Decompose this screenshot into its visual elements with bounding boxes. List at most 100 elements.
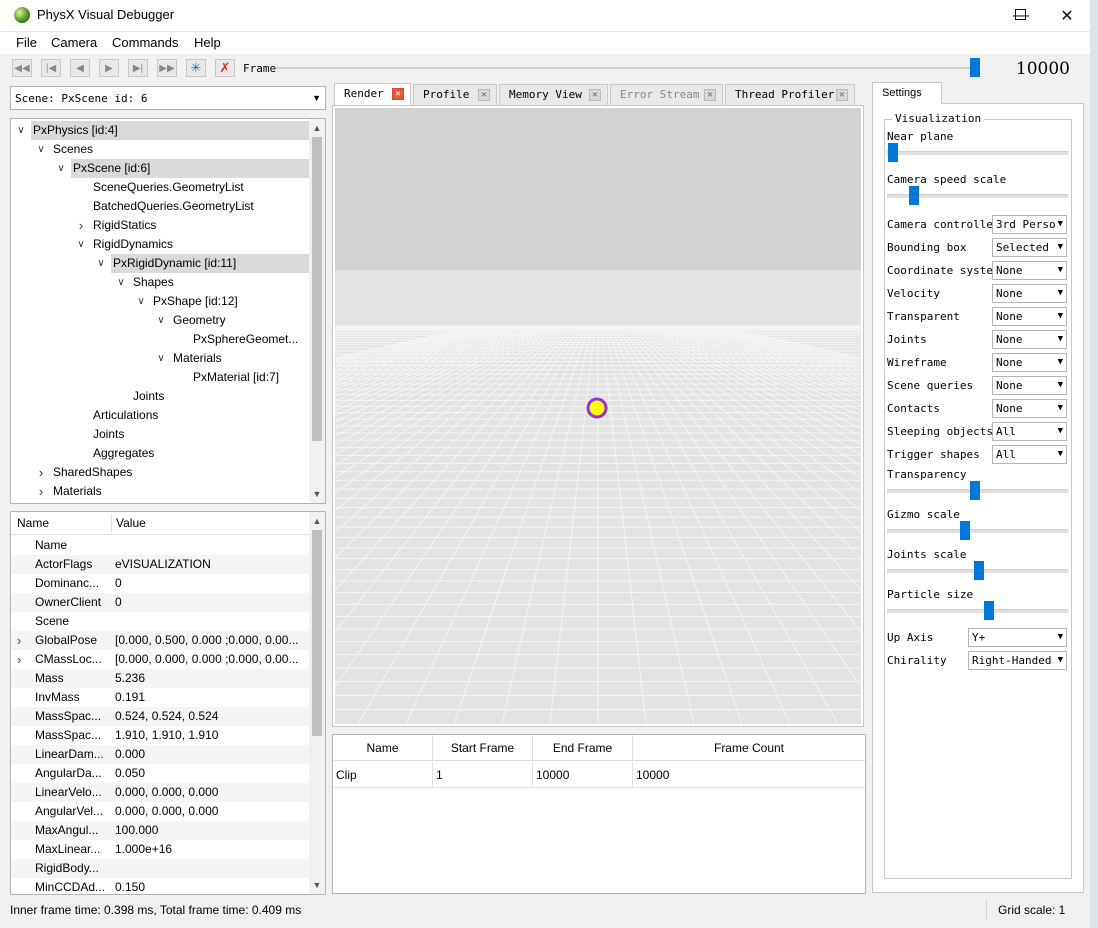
- expanded-chevron-icon[interactable]: ∨: [135, 292, 147, 311]
- clip-header-count[interactable]: Frame Count: [633, 735, 865, 761]
- setting-dropdown[interactable]: All ▼: [992, 422, 1067, 441]
- property-row[interactable]: ActorFlags eVISUALIZATION: [11, 555, 309, 574]
- tree-node[interactable]: ∨ PxRigidDynamic [id:11]: [11, 254, 309, 273]
- scroll-down-icon[interactable]: ▼: [309, 487, 325, 501]
- property-row[interactable]: MassSpac... 0.524, 0.524, 0.524: [11, 707, 309, 726]
- property-row[interactable]: RigidBody...: [11, 859, 309, 878]
- clip-header-end[interactable]: End Frame: [533, 735, 633, 761]
- close-tab-icon[interactable]: ✕: [589, 89, 601, 101]
- setting-slider-thumb[interactable]: [888, 143, 898, 162]
- tree-node[interactable]: PxMaterial [id:7]: [11, 368, 309, 387]
- property-row[interactable]: MinCCDAd... 0.150: [11, 878, 309, 894]
- menu-commands[interactable]: Commands: [112, 35, 178, 50]
- setting-dropdown[interactable]: None ▼: [992, 261, 1067, 280]
- setting-dropdown[interactable]: Y+ ▼: [968, 628, 1067, 647]
- setting-dropdown[interactable]: Selected ▼: [992, 238, 1067, 257]
- tree-node[interactable]: › Materials: [11, 482, 309, 501]
- expanded-chevron-icon[interactable]: ∨: [155, 311, 167, 330]
- go-to-end-button[interactable]: ▶▶: [157, 59, 177, 77]
- tree-node[interactable]: ∨ PxPhysics [id:4]: [11, 121, 309, 140]
- clip-cell-end[interactable]: 10000: [533, 762, 633, 788]
- go-to-start-button[interactable]: ◀◀: [12, 59, 32, 77]
- setting-dropdown[interactable]: Right-Handed ▼: [968, 651, 1067, 670]
- tree-scrollbar[interactable]: ▲ ▼: [309, 119, 325, 503]
- setting-dropdown[interactable]: None ▼: [992, 284, 1067, 303]
- properties-scrollbar[interactable]: ▲ ▼: [309, 512, 325, 894]
- tree-node[interactable]: ∨ PxShape [id:12]: [11, 292, 309, 311]
- tab-memory-view[interactable]: Memory View ✕: [499, 84, 608, 105]
- tree-node[interactable]: Aggregates: [11, 444, 309, 463]
- expanded-chevron-icon[interactable]: ∨: [75, 235, 87, 254]
- setting-slider-thumb[interactable]: [973, 561, 984, 580]
- collapsed-chevron-icon[interactable]: ›: [35, 463, 47, 482]
- collapsed-chevron-icon[interactable]: ›: [75, 216, 87, 235]
- tree-node[interactable]: ∨ RigidDynamics: [11, 235, 309, 254]
- disconnect-icon[interactable]: ✗: [215, 59, 235, 77]
- property-row[interactable]: AngularVel... 0.000, 0.000, 0.000: [11, 802, 309, 821]
- expanded-chevron-icon[interactable]: ∨: [55, 159, 67, 178]
- property-row[interactable]: Name: [11, 536, 309, 555]
- clip-cell-start[interactable]: 1: [433, 762, 533, 788]
- tab-settings[interactable]: Settings: [872, 82, 942, 104]
- tree-node[interactable]: BatchedQueries.GeometryList: [11, 197, 309, 216]
- scroll-up-icon[interactable]: ▲: [309, 121, 325, 135]
- tree-node[interactable]: ∨ Materials: [11, 349, 309, 368]
- frame-slider-thumb[interactable]: [970, 58, 980, 77]
- tree-node[interactable]: Joints: [11, 425, 309, 444]
- scroll-down-icon[interactable]: ▼: [309, 878, 325, 892]
- property-row[interactable]: › CMassLoc... [0.000, 0.000, 0.000 ;0.000,…: [11, 650, 309, 669]
- tree-node[interactable]: PxSphereGeomet...: [11, 330, 309, 349]
- expanded-chevron-icon[interactable]: ∨: [35, 140, 47, 159]
- close-tab-icon[interactable]: ✕: [836, 89, 848, 101]
- setting-dropdown[interactable]: None ▼: [992, 376, 1067, 395]
- frame-slider-track[interactable]: [276, 67, 980, 69]
- close-window-button[interactable]: ✕: [1044, 0, 1090, 31]
- property-row[interactable]: LinearVelo... 0.000, 0.000, 0.000: [11, 783, 309, 802]
- clip-header-name[interactable]: Name: [333, 735, 433, 761]
- close-tab-icon[interactable]: ✕: [478, 89, 490, 101]
- menu-help[interactable]: Help: [194, 35, 221, 50]
- property-row[interactable]: LinearDam... 0.000: [11, 745, 309, 764]
- next-frame-button[interactable]: ▶|: [128, 59, 148, 77]
- expanded-chevron-icon[interactable]: ∨: [155, 349, 167, 368]
- previous-frame-button[interactable]: |◀: [41, 59, 61, 77]
- property-row[interactable]: MassSpac... 1.910, 1.910, 1.910: [11, 726, 309, 745]
- tab-render[interactable]: Render ✕: [334, 83, 411, 106]
- close-tab-icon[interactable]: ✕: [392, 88, 404, 100]
- setting-slider-thumb[interactable]: [908, 186, 919, 205]
- tree-scrollbar-thumb[interactable]: [312, 137, 322, 441]
- setting-slider-track[interactable]: [887, 609, 1068, 613]
- sphere-actor[interactable]: [586, 397, 608, 419]
- tab-profile[interactable]: Profile ✕: [413, 84, 497, 105]
- property-row[interactable]: Scene: [11, 612, 309, 631]
- property-row[interactable]: MaxAngul... 100.000: [11, 821, 309, 840]
- expanded-chevron-icon[interactable]: ∨: [115, 273, 127, 292]
- setting-slider-thumb[interactable]: [959, 521, 970, 540]
- clip-table[interactable]: Name Start Frame End Frame Frame Count C…: [332, 734, 866, 894]
- tree-node[interactable]: › RigidStatics: [11, 216, 309, 235]
- setting-dropdown[interactable]: None ▼: [992, 399, 1067, 418]
- render-viewport[interactable]: [335, 108, 861, 724]
- property-grid[interactable]: Name Value Name ActorFlags eVISUALIZATION D…: [10, 511, 326, 895]
- property-row[interactable]: Mass 5.236: [11, 669, 309, 688]
- tab-error-stream[interactable]: Error Stream ✕: [610, 84, 723, 105]
- setting-dropdown[interactable]: None ▼: [992, 307, 1067, 326]
- tree-node[interactable]: ∨ Shapes: [11, 273, 309, 292]
- setting-dropdown[interactable]: All ▼: [992, 445, 1067, 464]
- menu-file[interactable]: File: [16, 35, 37, 50]
- menu-camera[interactable]: Camera: [51, 35, 97, 50]
- clip-cell-count[interactable]: 10000: [633, 762, 865, 788]
- tree-node[interactable]: ∨ Geometry: [11, 311, 309, 330]
- scroll-up-icon[interactable]: ▲: [309, 514, 325, 528]
- connect-icon[interactable]: ✳: [186, 59, 206, 77]
- setting-slider-track[interactable]: [887, 529, 1068, 533]
- setting-dropdown[interactable]: 3rd Person ▼: [992, 215, 1067, 234]
- property-row[interactable]: InvMass 0.191: [11, 688, 309, 707]
- column-header-value[interactable]: Value: [116, 516, 146, 530]
- properties-scrollbar-thumb[interactable]: [312, 530, 322, 736]
- property-row[interactable]: OwnerClient 0: [11, 593, 309, 612]
- setting-slider-track[interactable]: [887, 151, 1068, 155]
- collapsed-chevron-icon[interactable]: ›: [35, 482, 47, 501]
- setting-dropdown[interactable]: None ▼: [992, 330, 1067, 349]
- collapsed-chevron-icon[interactable]: ›: [17, 631, 21, 650]
